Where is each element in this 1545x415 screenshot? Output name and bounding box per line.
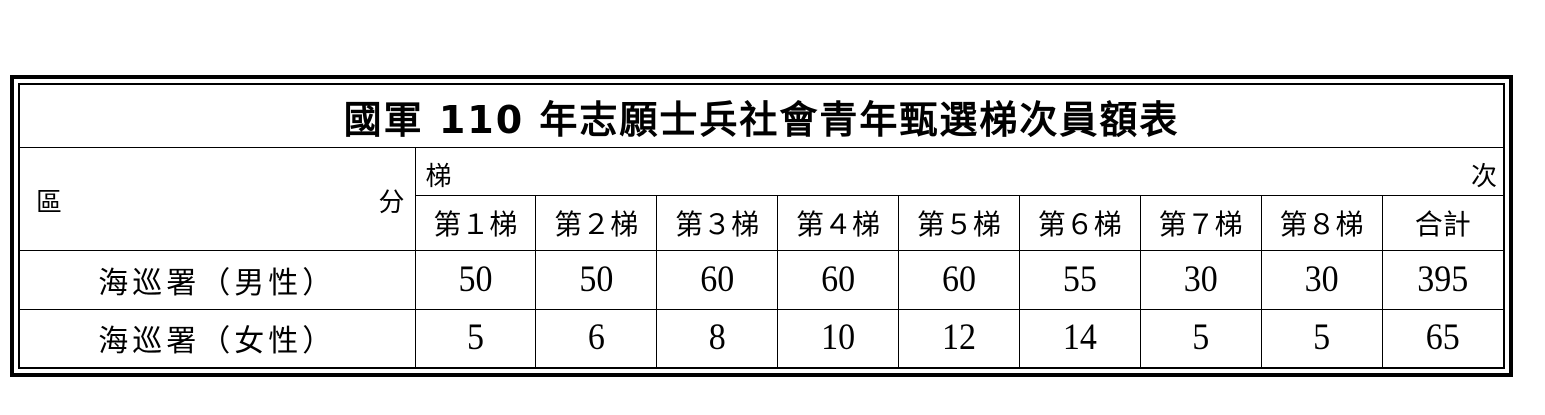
table-frame: 國軍 110 年志願士兵社會青年甄選梯次員額表 區 分 梯 次 第１梯 第２梯 … xyxy=(10,75,1513,377)
batch-group-header: 梯 次 xyxy=(414,147,1503,196)
column-header-total: 合計 xyxy=(1381,194,1503,252)
table-cell: 8 xyxy=(656,305,779,370)
region-header: 區 分 xyxy=(20,147,416,252)
table-cell: 6 xyxy=(535,305,658,370)
table-cell: 30 xyxy=(1139,247,1262,313)
table-cell: 60 xyxy=(656,247,779,313)
column-header: 第５梯 xyxy=(898,194,1020,252)
table-cell: 30 xyxy=(1260,247,1383,313)
table-cell: 60 xyxy=(898,247,1020,313)
table-cell: 10 xyxy=(777,305,899,370)
batch-label-left: 梯 xyxy=(425,162,452,193)
table-row: 海巡署（女性） 5 6 8 10 12 14 5 5 65 xyxy=(20,305,1503,370)
column-header: 第３梯 xyxy=(656,194,779,252)
column-header: 第４梯 xyxy=(777,194,899,252)
column-header: 第６梯 xyxy=(1018,194,1141,252)
table-cell: 55 xyxy=(1018,247,1141,313)
column-header: 第２梯 xyxy=(535,194,658,252)
table-title: 國軍 110 年志願士兵社會青年甄選梯次員額表 xyxy=(20,85,1503,149)
table-cell: 50 xyxy=(535,247,658,313)
table-row: 海巡署（男性） 50 50 60 60 60 55 30 30 395 xyxy=(20,247,1503,313)
quota-table: 國軍 110 年志願士兵社會青年甄選梯次員額表 區 分 梯 次 第１梯 第２梯 … xyxy=(20,85,1503,370)
row-label: 海巡署（女性） xyxy=(20,308,416,367)
column-header: 第８梯 xyxy=(1260,194,1383,252)
region-label-left: 區 xyxy=(36,188,63,219)
table-cell-total: 65 xyxy=(1381,305,1503,370)
region-label-right: 分 xyxy=(378,188,405,219)
table-cell-total: 395 xyxy=(1381,247,1503,313)
batch-label-right: 次 xyxy=(1470,162,1497,193)
column-header: 第１梯 xyxy=(415,194,537,252)
table-cell: 12 xyxy=(898,305,1020,370)
column-header: 第７梯 xyxy=(1139,194,1262,252)
table-cell: 5 xyxy=(414,305,537,370)
table-cell: 5 xyxy=(1139,305,1262,370)
table-cell: 5 xyxy=(1260,305,1383,370)
table-inner-frame: 國軍 110 年志願士兵社會青年甄選梯次員額表 區 分 梯 次 第１梯 第２梯 … xyxy=(18,83,1505,370)
table-cell: 60 xyxy=(777,247,899,313)
row-label: 海巡署（男性） xyxy=(20,250,416,310)
table-cell: 14 xyxy=(1018,305,1141,370)
table-cell: 50 xyxy=(414,247,537,313)
